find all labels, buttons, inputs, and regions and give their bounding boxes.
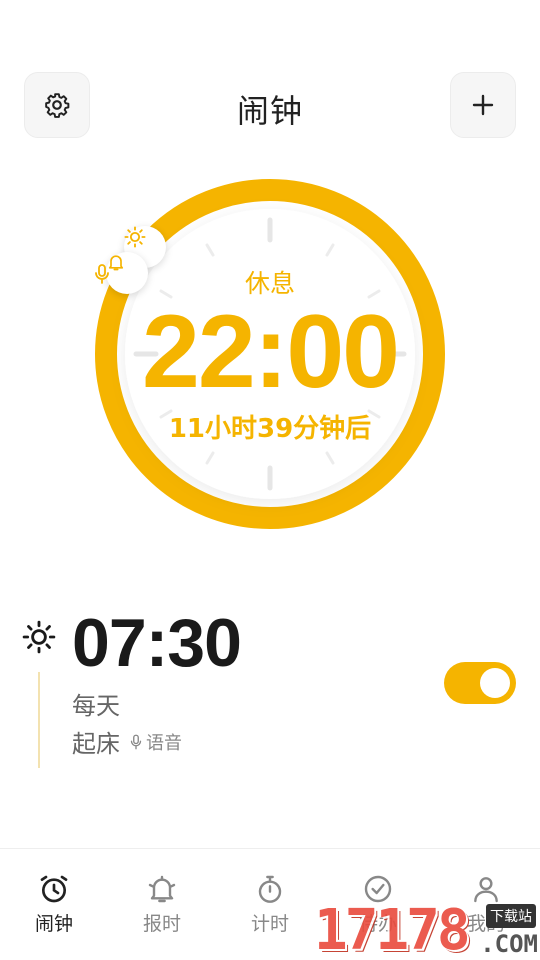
toggle-knob	[480, 668, 510, 698]
watermark-digits: 17178	[314, 898, 471, 960]
next-alarm-dial[interactable]: 休息 22:00 11小时39分钟后	[94, 178, 446, 530]
tab-label: 闹钟	[34, 913, 73, 935]
alarm-repeat: 每天	[72, 692, 120, 720]
sun-icon	[124, 226, 146, 248]
alarm-toggle[interactable]	[444, 662, 516, 704]
site-watermark: 17178 下载站 .COM	[314, 898, 540, 960]
page-title: 闹钟	[236, 92, 303, 130]
voice-tag: 语音	[130, 729, 182, 755]
tab-alarm[interactable]: 闹钟	[0, 849, 108, 960]
alarm-name: 起床	[72, 730, 120, 758]
time-remaining: 11小时39分钟后	[168, 414, 372, 444]
tab-timer[interactable]: 计时	[216, 849, 324, 960]
stopwatch-icon	[258, 875, 282, 903]
alarm-time: 07:30	[72, 605, 242, 681]
timeline-divider	[38, 672, 40, 768]
voice-label: 语音	[146, 732, 182, 754]
watermark-tag: 下载站	[486, 904, 536, 928]
sun-icon	[22, 620, 56, 654]
tab-label: 计时	[250, 913, 289, 935]
add-alarm-button[interactable]	[450, 72, 516, 138]
microphone-icon	[130, 734, 142, 749]
bell-icon	[148, 875, 176, 903]
watermark-domain: .COM	[480, 930, 538, 958]
alarm-clock-icon	[40, 875, 68, 903]
microphone-icon	[95, 264, 109, 284]
next-alarm-time: 22:00	[142, 294, 400, 410]
header: 闹钟	[24, 72, 516, 138]
tab-label: 报时	[142, 913, 181, 935]
tab-chime[interactable]: 报时	[108, 849, 216, 960]
sun-icon-wrapper	[22, 620, 56, 658]
alarm-name-row: 起床 语音	[72, 724, 182, 759]
alarm-item[interactable]: 07:30 每天 起床 语音	[0, 600, 540, 780]
plus-icon	[472, 94, 494, 116]
